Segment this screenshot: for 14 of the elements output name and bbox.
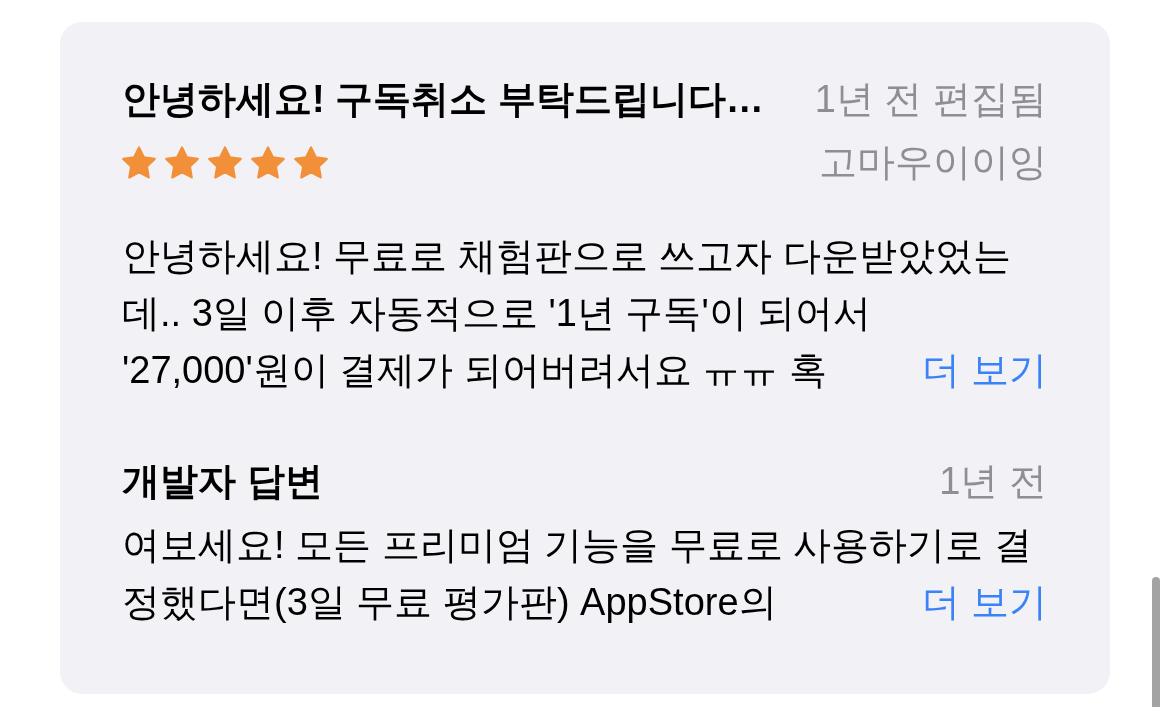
review-author: 고마우이이잉 [819,140,1047,185]
response-body: 여보세요! 모든 프리미엄 기능을 무료로 사용하기로 결정했다면(3일 무료 평가판) AppStore의 더 보기 [122,517,1047,631]
star-icon [208,145,242,179]
review-title: 안녕하세요! 구독취소 부탁드립니다… [122,77,764,122]
response-title: 개발자 답변 [122,458,323,504]
review-body: 안녕하세요! 무료로 채험판으로 쓰고자 다운받았었는데.. 3일 이후 자동적으로 '1년 구독'이 되어서 '27,000'원이 결제가 되어버려서요 ㅠㅠ 혹 더 보기 [122,228,1047,399]
star-icon [251,145,285,179]
review-date: 1년 전 편집됨 [814,77,1047,122]
star-icon [122,145,156,179]
more-link[interactable]: 더 보기 [922,342,1047,399]
response-date: 1년 전 [939,458,1047,504]
star-icon [294,145,328,179]
more-link[interactable]: 더 보기 [922,574,1047,631]
star-icon [165,145,199,179]
